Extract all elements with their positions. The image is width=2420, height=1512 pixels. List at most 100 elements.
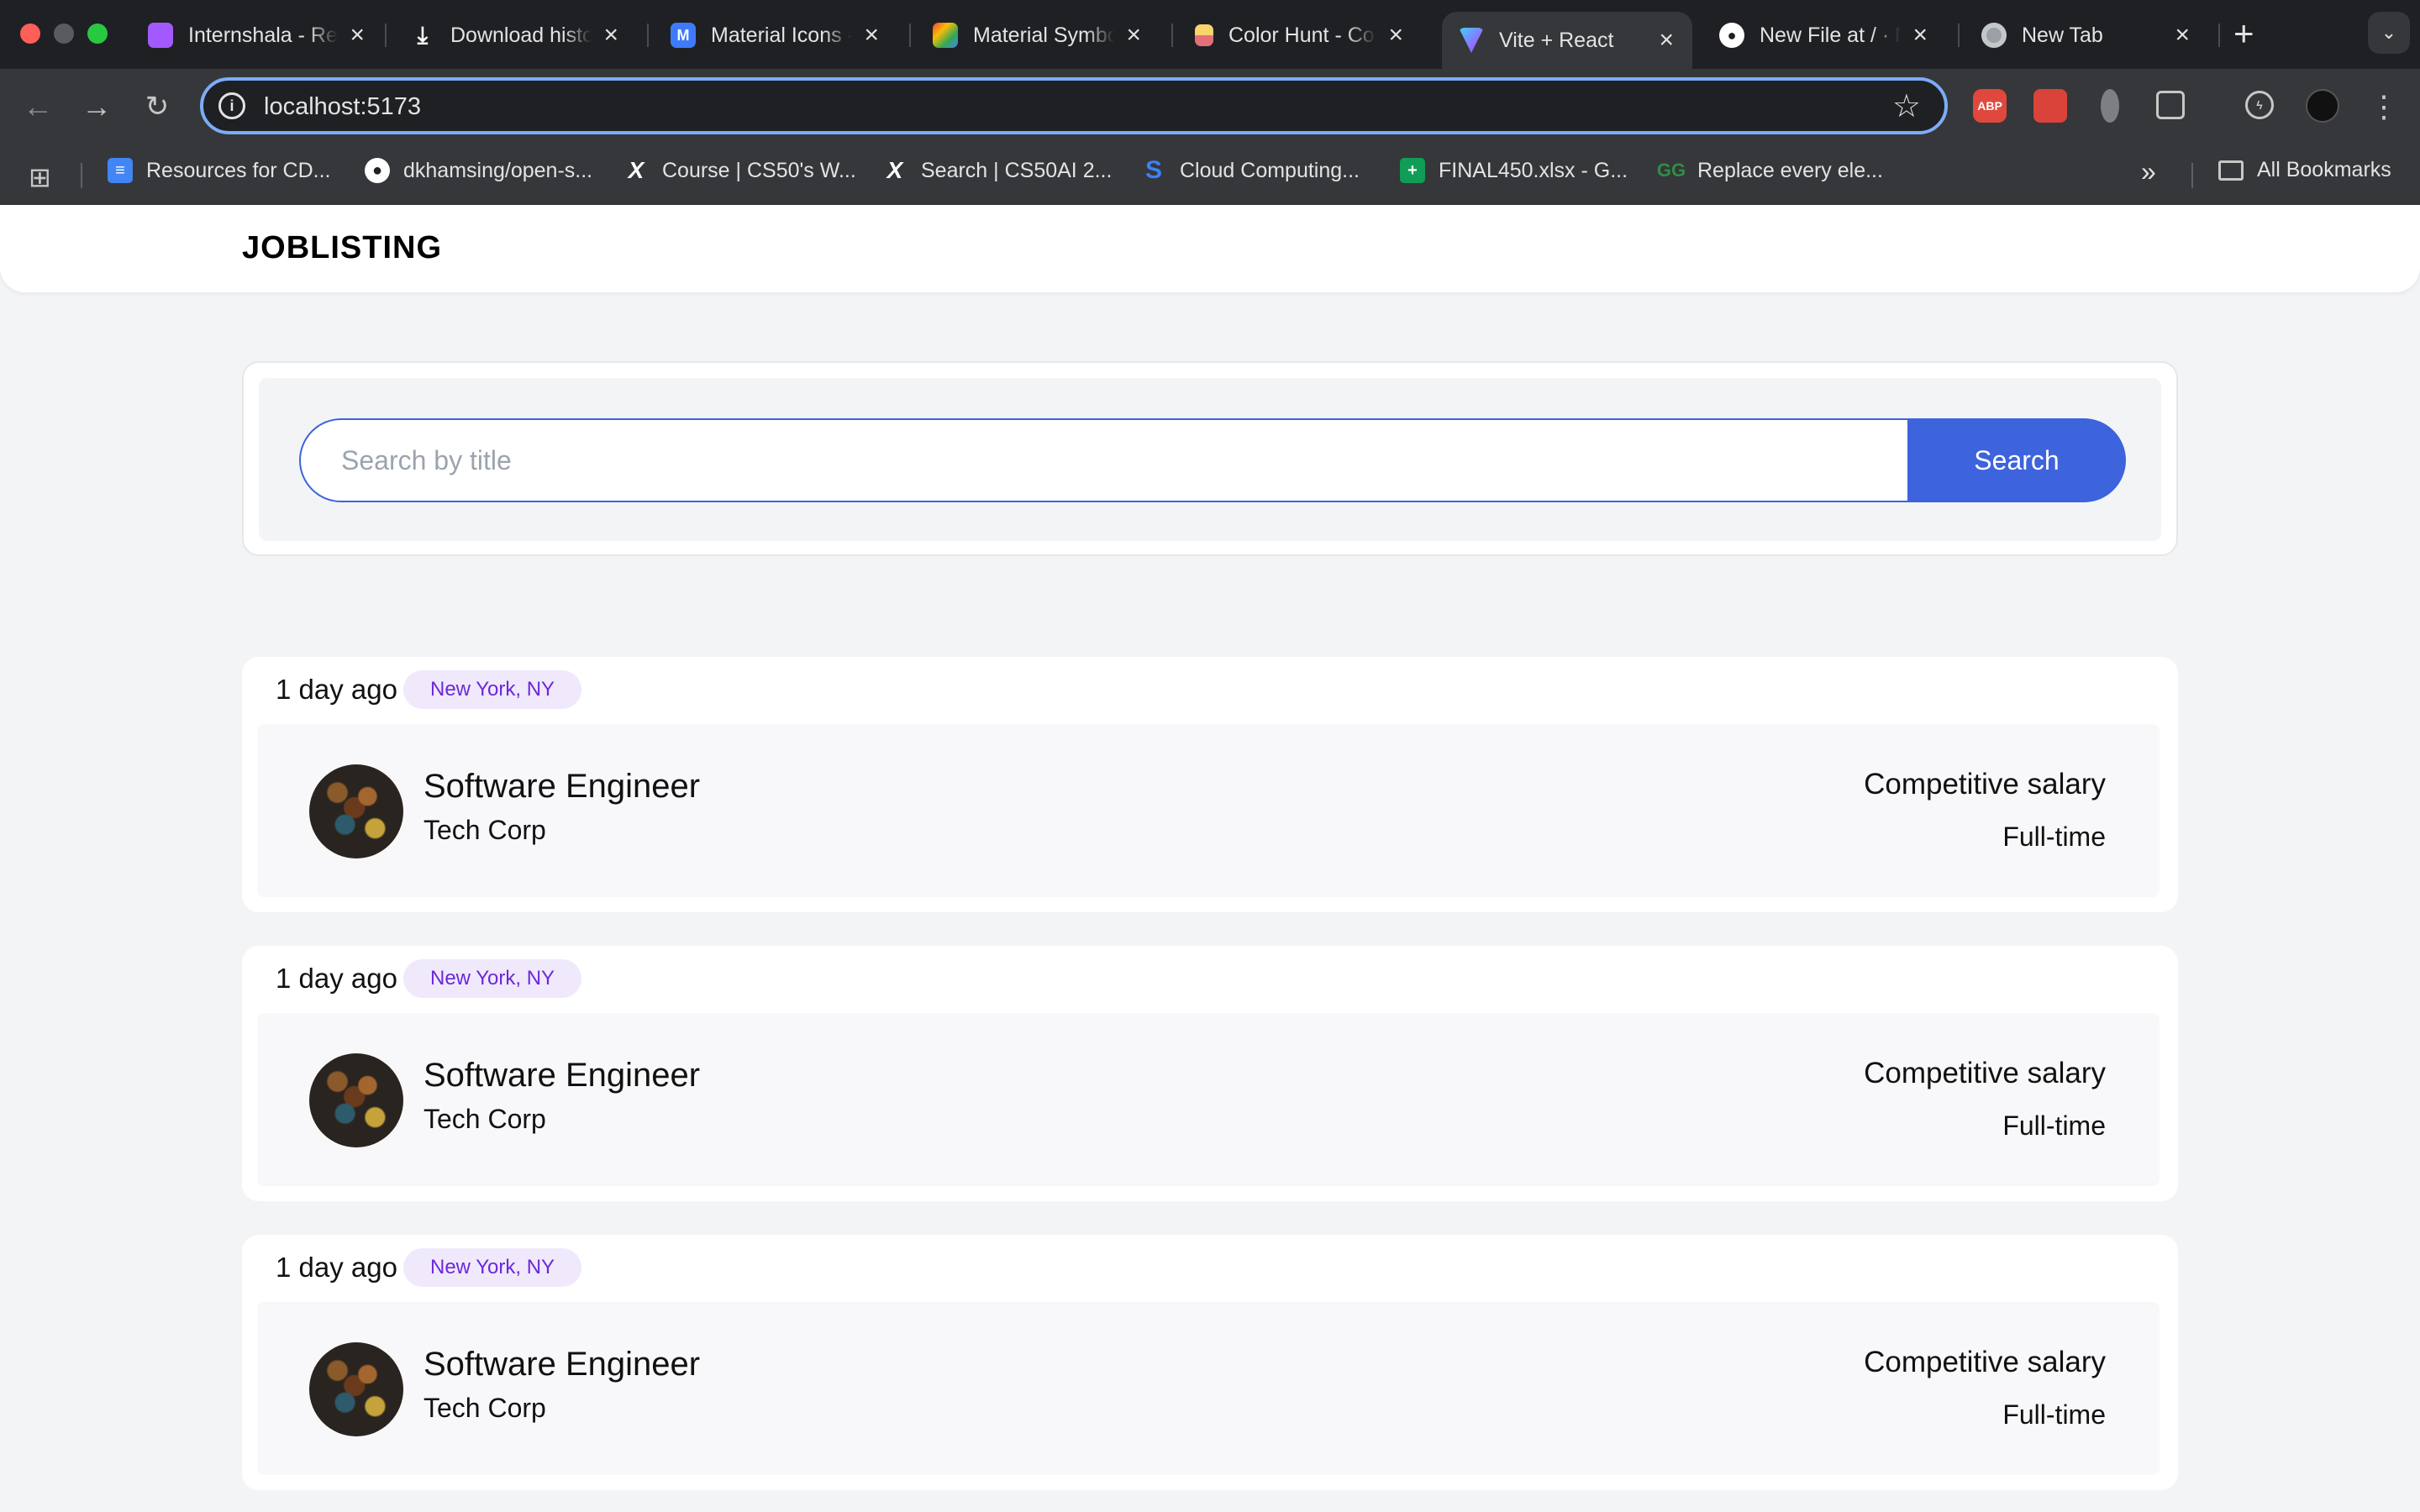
tab-github-new-file[interactable]: ● New File at / · N ×: [1702, 10, 1946, 60]
github-icon: ●: [365, 158, 390, 183]
reload-icon[interactable]: ↻: [138, 87, 176, 126]
job-title[interactable]: Software Engineer: [424, 768, 700, 806]
tab-material-icons[interactable]: M Material Icons - ×: [654, 10, 897, 60]
bookmark-star-icon[interactable]: ☆: [1892, 87, 1921, 125]
puzzle-icon[interactable]: [2156, 91, 2185, 119]
bookmark-label: Cloud Computing...: [1180, 158, 1360, 182]
bookmark-open-source[interactable]: ● dkhamsing/open-s...: [365, 158, 592, 183]
bookmark-cs50-ai[interactable]: X Search | CS50AI 2...: [882, 157, 1113, 183]
close-icon[interactable]: ×: [1912, 21, 1928, 50]
tab-title: Internshala - Re: [188, 23, 338, 47]
job-title[interactable]: Software Engineer: [424, 1346, 700, 1383]
material-icons-icon: M: [671, 23, 696, 48]
browser-toolbar: ← → ↻ i localhost:5173 ☆ ABP ϟ ⋮: [0, 69, 2420, 144]
tab-title: New File at / · N: [1760, 23, 1902, 47]
site-info-icon[interactable]: i: [218, 92, 245, 119]
extension-red-icon[interactable]: [2033, 89, 2067, 123]
job-card[interactable]: 1 day ago New York, NY Software Engineer…: [242, 657, 2178, 912]
job-details: Software Engineer Tech Corp Competitive …: [257, 724, 2160, 897]
tab-title: Material Symbo: [973, 23, 1115, 47]
apps-grid-icon[interactable]: ⊞: [29, 161, 51, 193]
job-posted-time: 1 day ago: [276, 1252, 397, 1283]
all-bookmarks-label: All Bookmarks: [2257, 158, 2391, 181]
close-icon[interactable]: ×: [2175, 21, 2190, 50]
profile-avatar-icon[interactable]: [2306, 89, 2339, 123]
minimize-window-button[interactable]: [54, 24, 74, 44]
job-details: Software Engineer Tech Corp Competitive …: [257, 1302, 2160, 1475]
material-symbols-icon: [933, 23, 958, 48]
bookmark-label: FINAL450.xlsx - G...: [1439, 158, 1628, 182]
tab-title: Download histo: [450, 23, 592, 47]
job-location-badge: New York, NY: [403, 1248, 582, 1287]
more-bookmarks-chevron-icon[interactable]: »: [2141, 156, 2156, 187]
s-icon: S: [1144, 156, 1162, 184]
job-card[interactable]: 1 day ago New York, NY Software Engineer…: [242, 1235, 2178, 1490]
job-location-badge: New York, NY: [403, 670, 582, 709]
extension-gray-icon[interactable]: [2101, 89, 2119, 123]
tab-color-hunt[interactable]: Color Hunt - Co ×: [1178, 10, 1422, 60]
close-icon[interactable]: ×: [603, 21, 618, 50]
search-button[interactable]: Search: [1907, 418, 2126, 502]
company-logo-avatar: [309, 1053, 403, 1147]
job-card[interactable]: 1 day ago New York, NY Software Engineer…: [242, 946, 2178, 1201]
close-icon[interactable]: ×: [350, 21, 365, 50]
tab-internshala[interactable]: Internshala - Re ×: [131, 10, 383, 60]
company-logo-avatar: [309, 764, 403, 858]
close-icon[interactable]: ×: [1126, 21, 1141, 50]
brand-logo-text[interactable]: JOBLISTING: [242, 230, 442, 266]
job-salary: Competitive salary: [1864, 1346, 2106, 1378]
bookmark-cs50-web[interactable]: X Course | CS50's W...: [623, 157, 856, 183]
close-icon[interactable]: ×: [1388, 21, 1403, 50]
job-company: Tech Corp: [424, 815, 546, 845]
job-posted-time: 1 day ago: [276, 963, 397, 994]
browser-tab-bar: Internshala - Re × ⤓ Download histo × M …: [0, 0, 2420, 69]
tab-vite-react[interactable]: Vite + React ×: [1442, 12, 1692, 69]
browser-menu-icon[interactable]: ⋮: [2365, 87, 2403, 126]
search-input[interactable]: [299, 418, 1907, 502]
job-type: Full-time: [2002, 1110, 2106, 1141]
forward-arrow-icon[interactable]: →: [77, 87, 116, 126]
page-content: JOBLISTING Search 1 day ago New York, NY…: [0, 205, 2420, 1512]
geeksforgeeks-icon: GG: [1656, 160, 1686, 181]
search-bar-container: Search: [259, 378, 2161, 541]
bookmark-replace-element[interactable]: GG Replace every ele...: [1656, 158, 1883, 183]
bookmark-cloud-computing[interactable]: S Cloud Computing...: [1141, 156, 1360, 184]
search-card: Search: [242, 361, 2178, 556]
performance-icon[interactable]: ϟ: [2245, 91, 2274, 119]
new-tab-button[interactable]: +: [2233, 13, 2254, 54]
bookmark-label: Course | CS50's W...: [662, 158, 856, 182]
google-sheets-icon: +: [1400, 158, 1425, 183]
close-icon[interactable]: ×: [1659, 26, 1674, 55]
back-arrow-icon[interactable]: ←: [18, 87, 57, 126]
close-window-button[interactable]: [20, 24, 40, 44]
bookmark-resources[interactable]: ≡ Resources for CD...: [108, 158, 331, 183]
job-type: Full-time: [2002, 1399, 2106, 1430]
company-logo-avatar: [309, 1342, 403, 1436]
job-type: Full-time: [2002, 822, 2106, 852]
figma-icon: [148, 23, 173, 48]
address-bar[interactable]: i localhost:5173 ☆: [200, 77, 1948, 134]
tab-title: Color Hunt - Co: [1228, 23, 1375, 47]
bookmark-label: Search | CS50AI 2...: [921, 158, 1113, 182]
color-hunt-icon: [1195, 24, 1213, 46]
job-salary: Competitive salary: [1864, 768, 2106, 801]
bookmark-final450[interactable]: + FINAL450.xlsx - G...: [1400, 158, 1628, 183]
url-text[interactable]: localhost:5173: [264, 93, 421, 121]
tab-title: New Tab: [2022, 23, 2103, 47]
adblock-plus-icon[interactable]: ABP: [1973, 89, 2007, 123]
job-company: Tech Corp: [424, 1104, 546, 1134]
all-bookmarks-button[interactable]: All Bookmarks: [2218, 158, 2391, 182]
maximize-window-button[interactable]: [87, 24, 108, 44]
tab-title: Vite + React: [1499, 28, 1614, 52]
edx-icon: X: [886, 157, 903, 183]
job-posted-time: 1 day ago: [276, 674, 397, 705]
chrome-icon: [1981, 23, 2007, 48]
job-title[interactable]: Software Engineer: [424, 1057, 700, 1095]
tab-new-tab[interactable]: New Tab ×: [1965, 10, 2208, 60]
tab-material-symbols[interactable]: Material Symbo ×: [916, 10, 1160, 60]
tab-title: Material Icons -: [711, 23, 853, 47]
tab-download-history[interactable]: ⤓ Download histo ×: [393, 10, 637, 60]
bookmarks-bar: ⊞ ≡ Resources for CD... ● dkhamsing/open…: [0, 144, 2420, 205]
close-icon[interactable]: ×: [864, 21, 879, 50]
tab-search-chevron-icon[interactable]: ⌄: [2368, 12, 2410, 54]
